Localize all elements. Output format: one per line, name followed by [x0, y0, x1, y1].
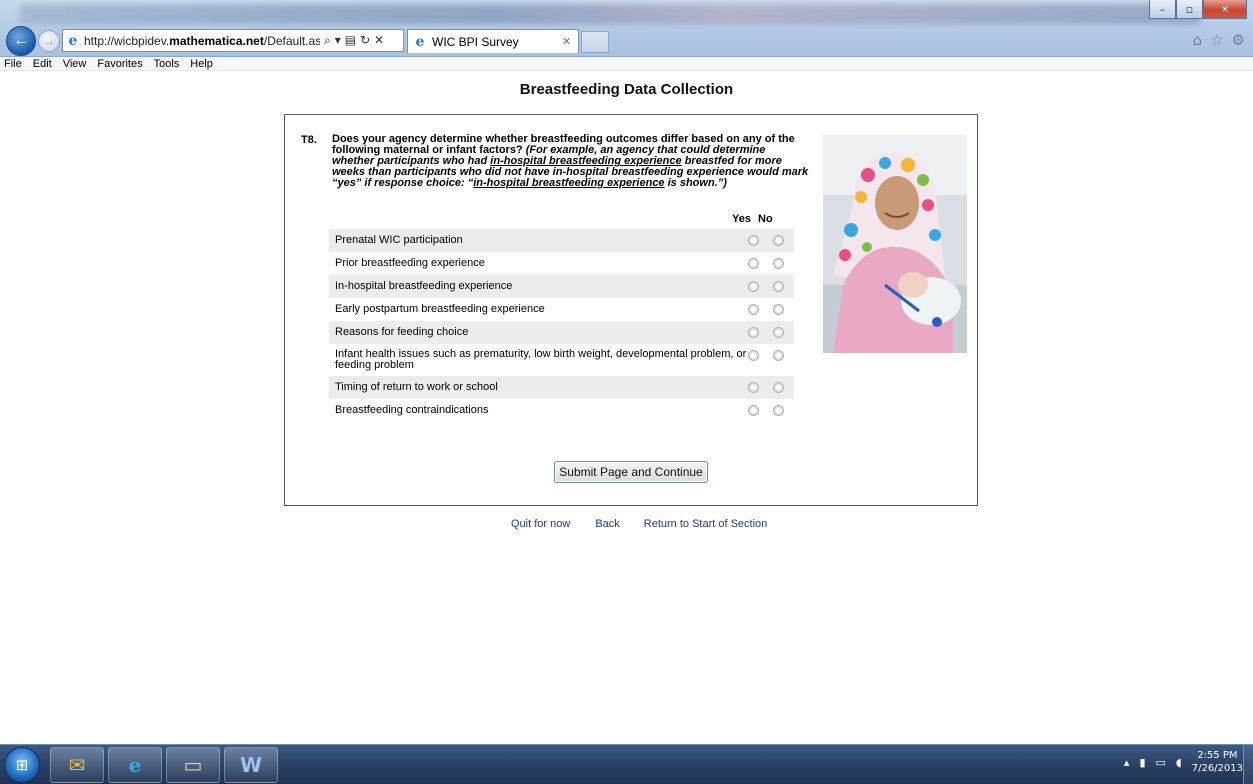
column-no: No: [758, 213, 773, 225]
arrow-left-icon: ←: [13, 32, 29, 49]
radio-no[interactable]: [773, 405, 784, 416]
close-window-button[interactable]: ✕: [1203, 0, 1247, 19]
menu-edit[interactable]: Edit: [33, 58, 52, 70]
question-number: T8.: [301, 134, 317, 146]
windows-logo-icon: ⊞: [15, 756, 29, 774]
window-controls: – ▫ ✕: [1149, 0, 1247, 19]
ie-icon: e: [128, 753, 142, 777]
list-item: Infant health issues such as prematurity…: [329, 344, 794, 376]
survey-panel: T8. Does your agency determine whether b…: [284, 114, 978, 506]
menu-view[interactable]: View: [63, 58, 87, 70]
back-button[interactable]: ←: [6, 26, 36, 56]
word-icon: W: [239, 753, 263, 777]
menu-tools[interactable]: Tools: [154, 58, 180, 70]
ie-tab-icon: e: [415, 33, 425, 50]
outlook-icon: ✉: [68, 753, 86, 777]
url-text[interactable]: http://wicbpidev.mathematica.net/Default…: [84, 34, 320, 48]
radio-no[interactable]: [773, 304, 784, 315]
outlook-taskbar-button[interactable]: ✉: [50, 747, 104, 783]
address-bar[interactable]: e http://wicbpidev.mathematica.net/Defau…: [62, 29, 404, 52]
radio-yes[interactable]: [748, 235, 759, 246]
address-tools: ⌕ ▾ ▤ ↻ ✕: [324, 33, 384, 48]
radio-yes[interactable]: [748, 382, 759, 393]
ie-page-icon: e: [68, 32, 78, 49]
radio-no[interactable]: [773, 258, 784, 269]
tab-title: WIC BPI Survey: [432, 34, 519, 49]
list-item: In-hospital breastfeeding experience: [329, 275, 794, 298]
explorer-taskbar-button[interactable]: ▭: [166, 747, 220, 783]
new-tab-button[interactable]: [581, 31, 609, 53]
return-to-start-link[interactable]: Return to Start of Section: [644, 518, 768, 530]
windows-taskbar: ⊞ ✉ e ▭ W ▴ ▮ ▭ ◖ 2:55 PM 7/26/2013: [0, 744, 1253, 784]
refresh-icon[interactable]: ↻: [360, 33, 370, 48]
ie-taskbar-button[interactable]: e: [108, 747, 162, 783]
blurred-title-area: [20, 4, 1200, 24]
maximize-button[interactable]: ▫: [1176, 0, 1203, 19]
minimize-button[interactable]: –: [1149, 0, 1176, 19]
footer-links: Quit for now Back Return to Start of Sec…: [511, 518, 767, 530]
gear-icon[interactable]: ⚙: [1232, 31, 1245, 49]
power-icon[interactable]: ▮: [1139, 756, 1145, 769]
browser-titlebar: – ▫ ✕ ← → e http://wicbpidev.mathematica…: [0, 0, 1253, 57]
close-tab-icon[interactable]: ✕: [562, 35, 571, 48]
word-taskbar-button[interactable]: W: [224, 747, 278, 783]
volume-icon[interactable]: ◖: [1176, 756, 1182, 769]
radio-no[interactable]: [773, 281, 784, 292]
column-yes: Yes: [732, 213, 751, 225]
quit-link[interactable]: Quit for now: [511, 518, 570, 530]
browser-tab[interactable]: e WIC BPI Survey ✕: [407, 29, 579, 53]
list-item: Breastfeeding contraindications: [329, 399, 794, 422]
start-button[interactable]: ⊞: [4, 747, 40, 783]
list-item: Prenatal WIC participation: [329, 229, 794, 252]
mother-and-baby-photo: [823, 135, 967, 353]
show-hidden-icons-icon[interactable]: ▴: [1124, 756, 1130, 769]
arrow-right-icon: →: [43, 34, 55, 48]
radio-yes[interactable]: [748, 350, 759, 361]
network-icon[interactable]: ▭: [1156, 756, 1166, 769]
radio-no[interactable]: [773, 350, 784, 361]
radio-yes[interactable]: [748, 281, 759, 292]
clock[interactable]: 2:55 PM 7/26/2013: [1192, 749, 1243, 775]
show-desktop-button[interactable]: [1243, 745, 1253, 784]
back-link[interactable]: Back: [595, 518, 619, 530]
favorites-star-icon[interactable]: ☆: [1210, 31, 1223, 49]
menu-bar: File Edit View Favorites Tools Help: [0, 57, 1253, 71]
list-item: Prior breastfeeding experience: [329, 252, 794, 275]
radio-yes[interactable]: [748, 327, 759, 338]
folder-icon: ▭: [183, 753, 203, 777]
radio-no[interactable]: [773, 327, 784, 338]
page-title: Breastfeeding Data Collection: [519, 81, 734, 98]
search-icon[interactable]: ⌕: [324, 33, 331, 48]
clock-date: 7/26/2013: [1191, 763, 1243, 774]
question-text: Does your agency determine whether breas…: [332, 133, 809, 189]
menu-favorites[interactable]: Favorites: [97, 58, 142, 70]
list-item: Timing of return to work or school: [329, 376, 794, 399]
browser-right-icons: ⌂ ☆ ⚙: [1193, 31, 1245, 49]
radio-yes[interactable]: [748, 258, 759, 269]
radio-no[interactable]: [773, 235, 784, 246]
radio-yes[interactable]: [748, 304, 759, 315]
home-icon[interactable]: ⌂: [1193, 31, 1203, 49]
list-item: Reasons for feeding choice: [329, 321, 794, 344]
menu-help[interactable]: Help: [190, 58, 213, 70]
clock-time: 2:55 PM: [1197, 750, 1238, 761]
stop-icon[interactable]: ✕: [374, 33, 384, 48]
response-rows: Prenatal WIC participation Prior breastf…: [329, 229, 794, 422]
compatibility-icon[interactable]: ▤: [345, 33, 356, 48]
dropdown-icon[interactable]: ▾: [335, 33, 341, 48]
submit-button[interactable]: Submit Page and Continue: [554, 461, 708, 483]
forward-button[interactable]: →: [38, 30, 60, 52]
menu-file[interactable]: File: [4, 58, 22, 70]
radio-yes[interactable]: [748, 405, 759, 416]
list-item: Early postpartum breastfeeding experienc…: [329, 298, 794, 321]
system-tray: ▴ ▮ ▭ ◖ 2:55 PM 7/26/2013: [1124, 749, 1243, 775]
radio-no[interactable]: [773, 382, 784, 393]
